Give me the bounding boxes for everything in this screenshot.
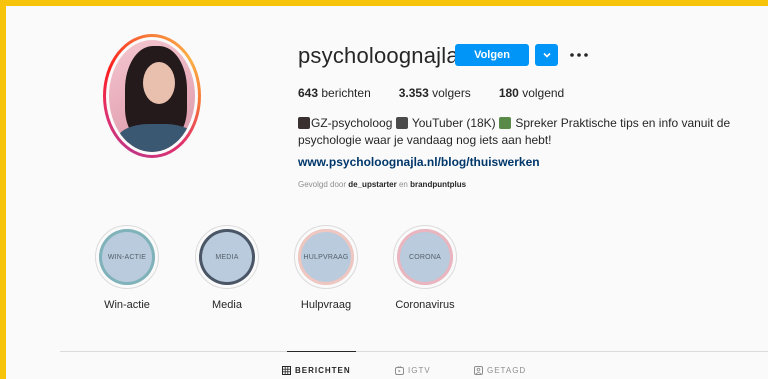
tab-getagd[interactable]: GETAGD: [474, 366, 526, 375]
following-label: volgend: [522, 86, 565, 100]
woman-scientist-emoji-icon: [298, 117, 310, 129]
more-options-button[interactable]: [568, 44, 590, 66]
tab-label: BERICHTEN: [295, 366, 351, 375]
highlight-label: Coronavirus: [395, 299, 455, 311]
highlight-label: Hulpvraag: [300, 299, 352, 311]
highlight-label: Win-actie: [104, 299, 150, 311]
tagged-icon: [474, 366, 483, 375]
bio-line-2: psychologie waar je vandaag nog iets aan…: [298, 133, 552, 147]
active-tab-indicator: [287, 351, 356, 352]
bio-website-link[interactable]: www.psycholoognajla.nl/blog/thuiswerken: [298, 155, 540, 169]
story-highlight-win-actie[interactable]: WIN-ACTIE Win-actie: [87, 225, 167, 311]
tab-igtv[interactable]: IGTV: [395, 366, 431, 375]
profile-avatar-ring[interactable]: [103, 34, 201, 158]
teacher-emoji-icon: [499, 117, 512, 129]
follow-button[interactable]: Volgen: [455, 44, 529, 66]
followed-by-joiner: en: [398, 180, 408, 189]
profile-stats: 643 berichten 3.353 volgers 180 volgend: [298, 86, 592, 100]
following-count: 180: [498, 86, 519, 100]
chevron-down-icon: [542, 52, 551, 58]
avatar[interactable]: [109, 40, 195, 152]
profile-page: psycholoognajla Volgen 643 berichten 3.3…: [6, 6, 768, 379]
followers-label: volgers: [432, 86, 471, 100]
story-highlight-media[interactable]: MEDIA Media: [187, 225, 267, 311]
bio-part-2: YouTuber (18K): [411, 116, 496, 130]
story-highlight-coronavirus[interactable]: CORONA Coronavirus: [385, 225, 465, 311]
suggested-accounts-button[interactable]: [535, 44, 558, 66]
highlight-cover: CORONA: [397, 229, 453, 285]
highlight-cover: WIN-ACTIE: [99, 229, 155, 285]
movie-camera-emoji-icon: [395, 117, 408, 129]
profile-username: psycholoognajla: [298, 43, 459, 68]
posts-count: 643: [298, 86, 319, 100]
followed-by-prefix: Gevolgd door: [298, 180, 347, 189]
tab-label: GETAGD: [487, 366, 527, 375]
profile-bio: GZ-psycholoog YouTuber (18K) Spreker Pra…: [298, 115, 748, 149]
igtv-icon: [395, 366, 404, 375]
highlight-cover: MEDIA: [199, 229, 255, 285]
followers-stat[interactable]: 3.353 volgers: [399, 86, 471, 100]
bio-part-3: Spreker Praktische tips en info vanuit d…: [515, 116, 731, 130]
tab-label: IGTV: [408, 366, 431, 375]
tabs-divider: [60, 351, 768, 352]
followers-count: 3.353: [398, 86, 429, 100]
tab-berichten[interactable]: BERICHTEN: [282, 366, 351, 375]
followed-by-user-1[interactable]: de_upstarter: [348, 180, 396, 189]
highlight-cover: HULPVRAAG: [298, 229, 354, 285]
followed-by-user-2[interactable]: brandpuntplus: [410, 180, 466, 189]
posts-stat: 643 berichten: [298, 86, 371, 100]
highlight-label: Media: [212, 299, 242, 311]
ellipsis-icon: [570, 53, 588, 57]
grid-icon: [282, 366, 291, 375]
followed-by: Gevolgd door de_upstarter en brandpuntpl…: [298, 180, 466, 189]
posts-label: berichten: [321, 86, 371, 100]
story-highlight-hulpvraag[interactable]: HULPVRAAG Hulpvraag: [286, 225, 366, 311]
bio-part-1: GZ-psycholoog: [311, 116, 393, 130]
following-stat[interactable]: 180 volgend: [499, 86, 564, 100]
